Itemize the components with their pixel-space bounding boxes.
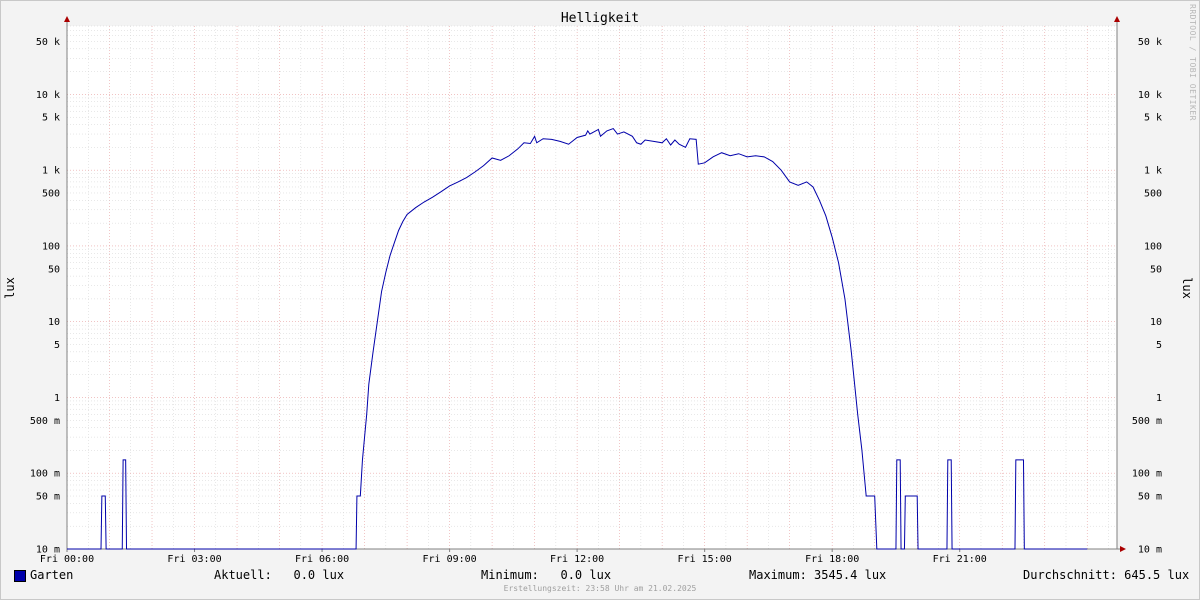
y-tick-label-left: 10 k xyxy=(36,90,60,101)
y-tick-label-right: 100 m xyxy=(1132,469,1162,480)
y-tick-label-left: 50 m xyxy=(36,492,60,503)
grid xyxy=(67,25,1117,550)
y-tick-label-left: 5 k xyxy=(42,113,60,124)
x-tick-label: Fri 03:00 xyxy=(167,554,221,565)
y-tick-label-right: 10 k xyxy=(1138,90,1162,101)
creation-timestamp: Erstellungszeit: 23:58 Uhr am 21.02.2025 xyxy=(503,584,697,593)
y-tick-label-right: 5 xyxy=(1156,340,1162,351)
y-axis-label-right: lux xyxy=(1180,277,1194,299)
x-tick-label: Fri 09:00 xyxy=(422,554,476,565)
y-tick-label-right: 5 k xyxy=(1144,113,1162,124)
y-tick-label-left: 50 k xyxy=(36,37,60,48)
y-tick-label-left: 100 xyxy=(42,241,60,252)
x-tick-label: Fri 15:00 xyxy=(678,554,732,565)
x-axis-arrow xyxy=(1120,546,1126,552)
y-tick-label-right: 50 m xyxy=(1138,492,1162,503)
y-tick-label-left: 500 m xyxy=(30,416,60,427)
y-tick-label-left: 10 xyxy=(48,317,60,328)
y-axis-label-left: lux xyxy=(3,277,17,299)
y-tick-label-left: 1 xyxy=(54,393,60,404)
y-tick-label-right: 500 m xyxy=(1132,416,1162,427)
legend-series-name: Garten xyxy=(30,568,74,582)
x-tick-label: Fri 18:00 xyxy=(805,554,859,565)
legend-current: Aktuell: 0.0 lux xyxy=(214,568,345,582)
x-tick-label: Fri 06:00 xyxy=(295,554,349,565)
legend-average: Durchschnitt: 645.5 lux xyxy=(1023,568,1190,582)
legend-minimum: Minimum: 0.0 lux xyxy=(481,568,612,582)
x-tick-label: Fri 21:00 xyxy=(933,554,987,565)
y-axis-arrow-right xyxy=(1114,16,1120,22)
y-tick-label-left: 10 m xyxy=(36,545,60,556)
y-tick-label-right: 10 m xyxy=(1138,545,1162,556)
line-chart: Fri 00:00 Fri 03:00 Fri 06:00 Fri 09:00 Fri … xyxy=(3,16,1194,565)
y-tick-label-left: 100 m xyxy=(30,469,60,480)
y-tick-label-right: 50 xyxy=(1150,264,1162,275)
y-tick-label-left: 500 xyxy=(42,188,60,199)
y-tick-label-left: 5 xyxy=(54,340,60,351)
y-tick-label-right: 50 k xyxy=(1138,37,1162,48)
x-tick-label: Fri 12:00 xyxy=(550,554,604,565)
y-tick-label-right: 1 k xyxy=(1144,166,1162,177)
y-tick-label-right: 10 xyxy=(1150,317,1162,328)
y-axis-arrow-left xyxy=(64,16,70,22)
x-tick-label: Fri 00:00 xyxy=(40,554,94,565)
y-tick-label-left: 50 xyxy=(48,264,60,275)
y-tick-label-right: 1 xyxy=(1156,393,1162,404)
y-tick-label-right: 100 xyxy=(1144,241,1162,252)
legend-swatch-garten xyxy=(14,570,26,582)
y-tick-label-left: 1 k xyxy=(42,166,60,177)
y-tick-label-right: 500 xyxy=(1144,188,1162,199)
legend-maximum: Maximum: 3545.4 lux xyxy=(749,568,887,582)
